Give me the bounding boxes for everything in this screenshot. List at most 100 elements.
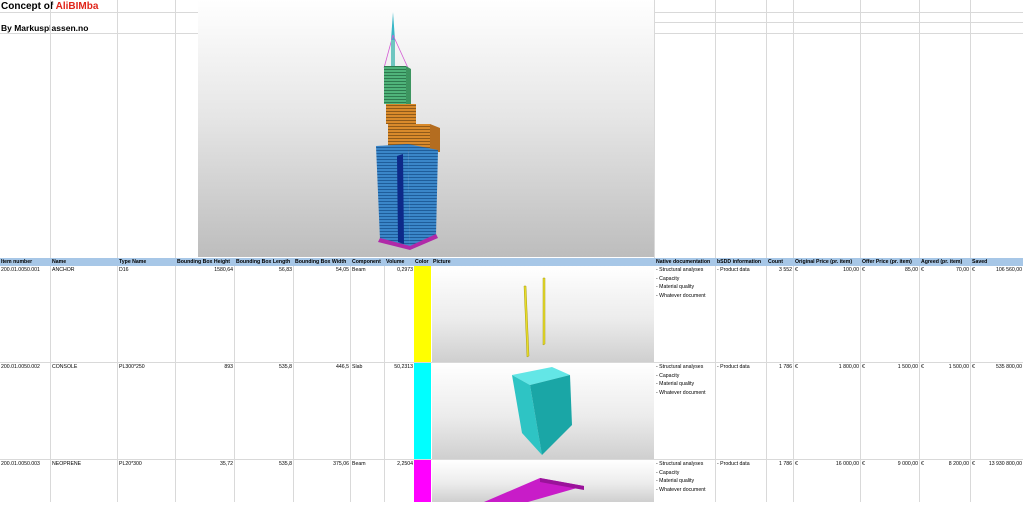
col-header-bsdd[interactable]: bSDD information [716, 258, 767, 266]
original-price-cell[interactable]: 100,00 [800, 266, 859, 275]
component-cell[interactable]: Beam [352, 460, 366, 469]
currency-symbol: € [795, 267, 798, 273]
col-header-item-number[interactable]: Item number [0, 258, 51, 266]
col-header-name[interactable]: Name [51, 258, 118, 266]
col-header-offer-price[interactable]: Offer Price (pr. item) [861, 258, 920, 266]
doc-whatever[interactable]: - Whatever document [656, 389, 706, 398]
agreed-price-cell[interactable]: 8 200,00 [925, 460, 969, 469]
count-cell[interactable]: 1 786 [767, 363, 792, 372]
offer-price-cell[interactable]: 9 000,00 [866, 460, 918, 469]
saved-cell[interactable]: 106 560,00 [976, 266, 1022, 275]
bsdd-cell[interactable]: - Product data [717, 363, 750, 372]
doc-material-quality[interactable]: - Material quality [656, 477, 706, 486]
currency-symbol: € [921, 364, 924, 370]
grid-line [0, 12, 198, 13]
bsdd-cell[interactable]: - Product data [717, 460, 750, 469]
name-cell[interactable]: ANCHOR [52, 266, 74, 275]
native-docs-cell[interactable]: - Structural analyses - Capacity - Mater… [656, 266, 706, 300]
native-docs-cell[interactable]: - Structural analyses - Capacity - Mater… [656, 363, 706, 397]
currency-symbol: € [795, 364, 798, 370]
picture-anchor[interactable] [432, 266, 654, 362]
col-header-component[interactable]: Component [351, 258, 385, 266]
currency-symbol: € [972, 461, 975, 467]
count-cell[interactable]: 1 786 [767, 460, 792, 469]
saved-cell[interactable]: 13 930 800,00 [976, 460, 1022, 469]
agreed-price-cell[interactable]: 1 500,00 [925, 363, 969, 372]
col-header-color[interactable]: Color [414, 258, 432, 266]
volume-cell[interactable]: 2,2504 [385, 460, 413, 469]
color-swatch [414, 460, 431, 502]
volume-cell[interactable]: 0,2973 [385, 266, 413, 275]
type-name-cell[interactable]: D16 [119, 266, 129, 275]
bb-height-cell[interactable]: 35,72 [176, 460, 233, 469]
original-price-cell[interactable]: 1 800,00 [800, 363, 859, 372]
agreed-price-cell[interactable]: 70,00 [925, 266, 969, 275]
currency-symbol: € [921, 461, 924, 467]
component-cell[interactable]: Beam [352, 266, 366, 275]
doc-whatever[interactable]: - Whatever document [656, 486, 706, 495]
col-header-type-name[interactable]: Type Name [118, 258, 176, 266]
grid-line [175, 0, 176, 258]
col-header-bb-height[interactable]: Bounding Box Height [176, 258, 235, 266]
picture-neoprene[interactable] [432, 460, 654, 502]
col-header-agreed[interactable]: Agreed (pr. item) [920, 258, 971, 266]
bsdd-cell[interactable]: - Product data [717, 266, 750, 275]
brand-name: AliBIMba [55, 1, 99, 12]
doc-structural-analyses[interactable]: - Structural analyses [656, 266, 706, 275]
col-header-volume[interactable]: Volume [385, 258, 415, 266]
currency-symbol: € [862, 364, 865, 370]
volume-cell[interactable]: 50,2313 [385, 363, 413, 372]
grid-line [793, 266, 794, 502]
anchor-render [523, 277, 546, 358]
currency-symbol: € [795, 461, 798, 467]
name-cell[interactable]: CONSOLE [52, 363, 77, 372]
color-swatch [414, 363, 431, 459]
doc-material-quality[interactable]: - Material quality [656, 380, 706, 389]
bb-width-cell[interactable]: 446,5 [294, 363, 349, 372]
col-header-bb-length[interactable]: Bounding Box Length [235, 258, 294, 266]
count-cell[interactable]: 3 552 [767, 266, 792, 275]
doc-capacity[interactable]: - Capacity [656, 372, 706, 381]
bb-length-cell[interactable]: 535,8 [235, 363, 292, 372]
doc-structural-analyses[interactable]: - Structural analyses [656, 363, 706, 372]
bb-length-cell[interactable]: 56,83 [235, 266, 292, 275]
building-model-image[interactable] [198, 0, 654, 257]
item-number-cell[interactable]: 200.01.0050.003 [1, 460, 40, 469]
type-name-cell[interactable]: PL20*300 [119, 460, 142, 469]
grid-line [860, 266, 861, 502]
type-name-cell[interactable]: PL300*250 [119, 363, 145, 372]
doc-structural-analyses[interactable]: - Structural analyses [656, 460, 706, 469]
bb-height-cell[interactable]: 893 [176, 363, 233, 372]
bb-width-cell[interactable]: 54,05 [294, 266, 349, 275]
saved-cell[interactable]: 535 800,00 [976, 363, 1022, 372]
offer-price-cell[interactable]: 85,00 [866, 266, 918, 275]
bb-width-cell[interactable]: 375,06 [294, 460, 349, 469]
name-cell[interactable]: NEOPRENE [52, 460, 81, 469]
component-cell[interactable]: Slab [352, 363, 362, 372]
offer-price-cell[interactable]: 1 500,00 [866, 363, 918, 372]
col-header-saved[interactable]: Saved [971, 258, 1023, 266]
doc-capacity[interactable]: - Capacity [656, 469, 706, 478]
item-number-cell[interactable]: 200.01.0050.001 [1, 266, 40, 275]
grid-line [117, 0, 118, 258]
bb-length-cell[interactable]: 535,8 [235, 460, 292, 469]
grid-line [350, 266, 351, 502]
col-header-original-price[interactable]: Original Price (pr. item) [794, 258, 861, 266]
col-header-native-docs[interactable]: Native documentation [655, 258, 716, 266]
col-header-picture[interactable]: Picture [432, 258, 493, 266]
col-header-count[interactable]: Count [767, 258, 794, 266]
native-docs-cell[interactable]: - Structural analyses - Capacity - Mater… [656, 460, 706, 494]
bb-height-cell[interactable]: 1580,64 [176, 266, 233, 275]
grid-line [919, 0, 920, 258]
original-price-cell[interactable]: 16 000,00 [800, 460, 859, 469]
currency-symbol: € [921, 267, 924, 273]
neoprene-render [484, 478, 584, 502]
col-header-bb-width[interactable]: Bounding Box Width [294, 258, 351, 266]
doc-whatever[interactable]: - Whatever document [656, 292, 706, 301]
grid-line [654, 12, 1023, 13]
picture-console[interactable] [432, 363, 654, 459]
doc-capacity[interactable]: - Capacity [656, 275, 706, 284]
doc-material-quality[interactable]: - Material quality [656, 283, 706, 292]
grid-line [970, 266, 971, 502]
item-number-cell[interactable]: 200.01.0050.002 [1, 363, 40, 372]
